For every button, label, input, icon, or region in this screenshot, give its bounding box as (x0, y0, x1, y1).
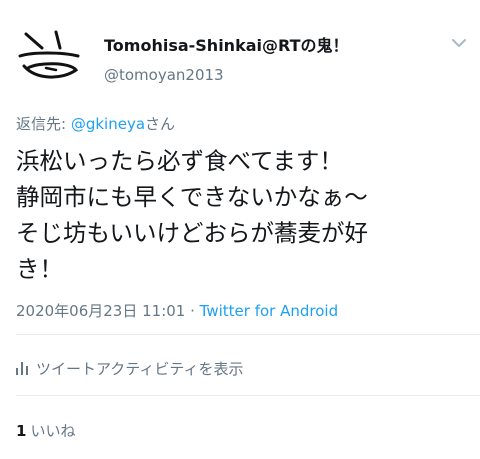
likes-stat[interactable]: 1 いいね (16, 420, 75, 441)
reply-mention-link[interactable]: @gkineya (71, 115, 145, 133)
reply-context: 返信先: @gkineyaさん (16, 113, 175, 134)
avatar-drawing-icon (16, 22, 82, 88)
tweet-text-line: き！ (16, 255, 63, 283)
meta-separator: · (185, 302, 200, 320)
timestamp[interactable]: 2020年06月23日 11:01 (16, 302, 185, 320)
tweet-text: 浜松いったら必ず食べてます！ 静岡市にも早くできないかなぁ〜 そじ坊もいいけどお… (16, 143, 470, 287)
tweet-activity-label: ツイートアクティビティを表示 (36, 360, 244, 378)
divider (16, 334, 480, 335)
chevron-down-icon[interactable] (450, 36, 468, 50)
likes-count: 1 (16, 422, 27, 440)
tweet-text-line: 浜松いったら必ず食べてます！ (16, 147, 343, 175)
divider (16, 395, 480, 396)
likes-label: いいね (30, 422, 76, 440)
tweet-header: Tomohisa-Shinkai@RTの鬼！ @tomoyan2013 (0, 0, 480, 100)
reply-prefix: 返信先: (16, 115, 71, 133)
source-link[interactable]: Twitter for Android (200, 302, 338, 320)
user-handle[interactable]: @tomoyan2013 (104, 66, 224, 84)
tweet-text-line: 静岡市にも早くできないかなぁ〜 (16, 183, 368, 211)
tweet-activity-link[interactable]: ツイートアクティビティを表示 (16, 358, 243, 379)
bar-chart-icon (16, 362, 28, 375)
tweet-text-line: そじ坊もいいけどおらが蕎麦が好 (16, 219, 369, 247)
reply-suffix: さん (145, 115, 176, 133)
display-name[interactable]: Tomohisa-Shinkai@RTの鬼！ (104, 32, 349, 56)
tweet-meta: 2020年06月23日 11:01 · Twitter for Android (16, 300, 338, 321)
avatar[interactable] (16, 22, 82, 88)
